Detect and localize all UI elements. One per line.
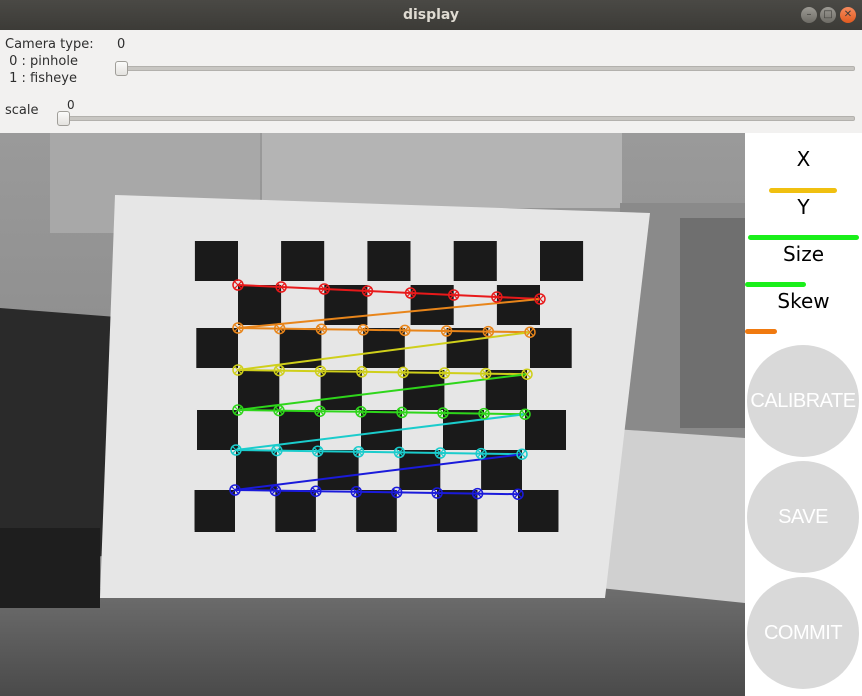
checker-square bbox=[236, 450, 277, 490]
checker-square bbox=[194, 490, 235, 532]
camera-type-label: Camera type: bbox=[5, 37, 94, 52]
box-left bbox=[0, 528, 100, 608]
metric-size-bar bbox=[745, 282, 806, 287]
calibrate-button[interactable]: CALIBRATE bbox=[747, 345, 859, 457]
save-button[interactable]: SAVE bbox=[747, 461, 859, 573]
checker-square bbox=[540, 241, 584, 281]
scale-label: scale bbox=[5, 103, 39, 118]
camera-type-option-fisheye: 1 : fisheye bbox=[5, 71, 77, 86]
checker-square bbox=[238, 370, 280, 410]
checker-square bbox=[399, 450, 441, 490]
window-title: display bbox=[402, 7, 460, 23]
door bbox=[680, 218, 745, 428]
camera-type-slider-track[interactable] bbox=[115, 66, 855, 71]
metric-skew-bar bbox=[745, 329, 777, 334]
ceiling-panel bbox=[262, 133, 622, 208]
checker-square bbox=[275, 490, 316, 532]
checker-square bbox=[317, 450, 359, 490]
calibration-side-panel: X Y Size Skew CALIBRATE SAVE COMMIT bbox=[745, 133, 862, 696]
commit-button[interactable]: COMMIT bbox=[747, 577, 859, 689]
checker-square bbox=[363, 328, 405, 368]
checker-square bbox=[197, 410, 238, 450]
camera-type-slider-handle[interactable] bbox=[115, 61, 128, 76]
title-bar: display – □ ✕ bbox=[0, 0, 862, 30]
metric-size-label: Size bbox=[782, 242, 825, 266]
camera-type-value: 0 bbox=[117, 37, 126, 52]
checker-square bbox=[496, 285, 540, 325]
checker-square bbox=[356, 490, 397, 532]
checker-square bbox=[238, 285, 282, 325]
checker-square bbox=[320, 370, 362, 410]
scale-value: 0 bbox=[67, 98, 75, 112]
checker-square bbox=[437, 490, 478, 532]
metric-skew-label: Skew bbox=[777, 289, 830, 313]
metric-y-label: Y bbox=[797, 195, 810, 219]
checker-square bbox=[367, 241, 411, 281]
checker-square bbox=[410, 285, 454, 325]
minimize-icon[interactable]: – bbox=[801, 7, 817, 23]
checker-square bbox=[530, 328, 572, 368]
scale-slider-handle[interactable] bbox=[57, 111, 70, 126]
close-icon[interactable]: ✕ bbox=[840, 7, 856, 23]
maximize-icon[interactable]: □ bbox=[820, 7, 836, 23]
checker-square bbox=[518, 490, 559, 532]
checker-square bbox=[453, 241, 497, 281]
checker-square bbox=[525, 410, 566, 450]
checker-square bbox=[196, 328, 238, 368]
metric-x-bar bbox=[769, 188, 837, 193]
checker-square bbox=[443, 410, 484, 450]
checker-square bbox=[194, 241, 238, 281]
checker-square bbox=[446, 328, 489, 368]
metric-y-bar bbox=[747, 235, 859, 240]
camera-view bbox=[0, 133, 745, 696]
checker-square bbox=[403, 370, 445, 410]
camera-type-option-pinhole: 0 : pinhole bbox=[5, 54, 78, 69]
metric-x-label: X bbox=[796, 147, 811, 171]
floor bbox=[0, 588, 745, 696]
checker-square bbox=[281, 241, 325, 281]
scale-slider-track[interactable] bbox=[57, 116, 855, 121]
